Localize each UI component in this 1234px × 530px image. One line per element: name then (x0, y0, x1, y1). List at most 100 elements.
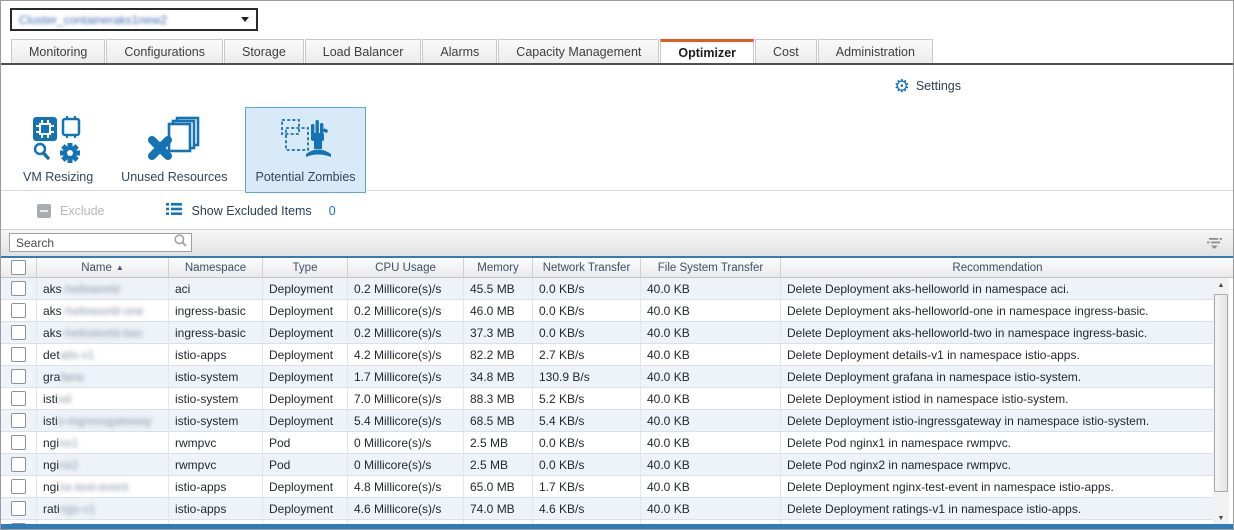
cell-name: aks-helloworld (37, 278, 169, 299)
cell-memory: 68.5 MB (464, 410, 533, 431)
redacted-name-text: o-ingressgateway (58, 414, 152, 428)
tab-configurations[interactable]: Configurations (106, 39, 223, 63)
row-checkbox[interactable] (11, 281, 26, 296)
table-row[interactable]: istio-ingressgateway istio-system Deploy… (1, 410, 1214, 432)
cell-namespace: istio-system (169, 388, 263, 409)
column-header-namespace[interactable]: Namespace (169, 258, 263, 277)
cell-type: Pod (263, 432, 348, 453)
scrollbar-thumb[interactable] (1214, 294, 1228, 492)
row-checkbox[interactable] (11, 303, 26, 318)
row-checkbox[interactable] (11, 369, 26, 384)
cell-memory: 37.3 MB (464, 322, 533, 343)
cell-file-system-transfer: 40.0 KB (641, 388, 781, 409)
cell-file-system-transfer: 40.0 KB (641, 432, 781, 453)
select-all-checkbox-cell (1, 258, 37, 277)
redacted-name-text: nx2 (59, 458, 78, 472)
row-checkbox[interactable] (11, 325, 26, 340)
table-row[interactable]: nginx2 rwmpvc Pod 0 Millicore(s)/s 2.5 M… (1, 454, 1214, 476)
tab-load-balancer[interactable]: Load Balancer (305, 39, 422, 63)
exclude-label: Exclude (60, 204, 104, 218)
tab-monitoring[interactable]: Monitoring (11, 39, 105, 63)
cell-name: nginx-test-event (37, 476, 169, 497)
exclude-button[interactable]: Exclude (37, 204, 104, 218)
row-checkbox[interactable] (11, 413, 26, 428)
cell-memory: 46.0 MB (464, 300, 533, 321)
column-header-cpu-usage[interactable]: CPU Usage (348, 258, 464, 277)
search-input[interactable] (14, 235, 174, 251)
cluster-selector-value: Cluster_containeraks1new2 (19, 13, 241, 27)
cell-memory: 45.5 MB (464, 278, 533, 299)
show-excluded-items-button[interactable]: Show Excluded Items 0 (166, 202, 335, 219)
row-checkbox[interactable] (11, 435, 26, 450)
table-row[interactable]: nginx-test-event istio-apps Deployment 4… (1, 476, 1214, 498)
column-header-name[interactable]: Name ▲ (37, 258, 169, 277)
select-all-checkbox[interactable] (11, 260, 26, 275)
vm-resizing-label: VM Resizing (23, 170, 93, 184)
table-header: Name ▲ Namespace Type CPU Usage Memory N… (1, 258, 1233, 278)
optimizer-page: Cluster_containeraks1new2 Monitoring Con… (0, 0, 1234, 530)
tab-administration[interactable]: Administration (818, 39, 933, 63)
settings-button[interactable]: ⚙ Settings (894, 78, 961, 94)
cell-type: Deployment (263, 366, 348, 387)
bottom-accent-bar (1, 524, 1233, 529)
cell-network-transfer: 5.2 KB/s (533, 388, 641, 409)
column-header-network-transfer[interactable]: Network Transfer (533, 258, 641, 277)
cell-recommendation: Delete Deployment aks-helloworld in name… (781, 278, 1214, 299)
row-checkbox[interactable] (11, 391, 26, 406)
tab-alarms[interactable]: Alarms (422, 39, 497, 63)
table-row[interactable]: aks-helloworld aci Deployment 0.2 Millic… (1, 278, 1214, 300)
row-checkbox[interactable] (11, 479, 26, 494)
sort-asc-icon: ▲ (116, 263, 124, 272)
row-checkbox[interactable] (11, 501, 26, 516)
row-checkbox[interactable] (11, 457, 26, 472)
potential-zombies-label: Potential Zombies (255, 170, 355, 184)
redacted-name-text: -helloworld (62, 282, 120, 296)
vertical-scrollbar[interactable]: ▲ ▼ (1213, 278, 1229, 526)
table-row[interactable]: istiod istio-system Deployment 7.0 Milli… (1, 388, 1214, 410)
table-row[interactable]: aks-helloworld-one ingress-basic Deploym… (1, 300, 1214, 322)
vm-resizing-button[interactable]: VM Resizing (13, 107, 103, 193)
cell-cpu-usage: 5.4 Millicore(s)/s (348, 410, 464, 431)
unused-resources-button[interactable]: Unused Resources (111, 107, 237, 193)
cell-namespace: istio-system (169, 366, 263, 387)
cell-type: Deployment (263, 498, 348, 519)
cell-recommendation: Delete Deployment ratings-v1 in namespac… (781, 498, 1214, 519)
cell-name: details-v1 (37, 344, 169, 365)
potential-zombies-button[interactable]: Potential Zombies (245, 107, 365, 193)
tab-storage[interactable]: Storage (224, 39, 304, 63)
column-header-recommendation[interactable]: Recommendation (781, 258, 1214, 277)
table-row[interactable]: aks-helloworld-two ingress-basic Deploym… (1, 322, 1214, 344)
column-header-memory[interactable]: Memory (464, 258, 533, 277)
redacted-name-text: -helloworld-one (62, 304, 144, 318)
table-row[interactable]: details-v1 istio-apps Deployment 4.2 Mil… (1, 344, 1214, 366)
scroll-up-button[interactable]: ▲ (1213, 278, 1229, 293)
cell-network-transfer: 0.0 KB/s (533, 322, 641, 343)
row-checkbox[interactable] (11, 347, 26, 362)
cell-file-system-transfer: 40.0 KB (641, 300, 781, 321)
unused-resources-label: Unused Resources (121, 170, 227, 184)
cell-namespace: istio-apps (169, 476, 263, 497)
cluster-selector-dropdown[interactable]: Cluster_containeraks1new2 (10, 8, 258, 31)
cell-recommendation: Delete Deployment details-v1 in namespac… (781, 344, 1214, 365)
cell-recommendation: Delete Pod nginx1 in namespace rwmpvc. (781, 432, 1214, 453)
column-header-type[interactable]: Type (263, 258, 348, 277)
cell-recommendation: Delete Deployment grafana in namespace i… (781, 366, 1214, 387)
cell-file-system-transfer: 40.0 KB (641, 454, 781, 475)
tab-capacity-management[interactable]: Capacity Management (498, 39, 659, 63)
tab-optimizer[interactable]: Optimizer (660, 39, 754, 63)
table-customizer-icon[interactable] (1207, 237, 1222, 255)
cell-name: grafana (37, 366, 169, 387)
unused-resources-icon (146, 115, 202, 165)
column-header-file-system-transfer[interactable]: File System Transfer (641, 258, 781, 277)
cell-type: Deployment (263, 278, 348, 299)
cell-name: istio-ingressgateway (37, 410, 169, 431)
table-row[interactable]: nginx1 rwmpvc Pod 0 Millicore(s)/s 2.5 M… (1, 432, 1214, 454)
show-excluded-label: Show Excluded Items (191, 204, 311, 218)
tab-cost[interactable]: Cost (755, 39, 817, 63)
table-row[interactable]: grafana istio-system Deployment 1.7 Mill… (1, 366, 1214, 388)
cell-type: Deployment (263, 344, 348, 365)
cell-network-transfer: 1.7 KB/s (533, 476, 641, 497)
cell-cpu-usage: 1.7 Millicore(s)/s (348, 366, 464, 387)
cell-file-system-transfer: 40.0 KB (641, 410, 781, 431)
table-row[interactable]: ratings-v1 istio-apps Deployment 4.6 Mil… (1, 498, 1214, 520)
